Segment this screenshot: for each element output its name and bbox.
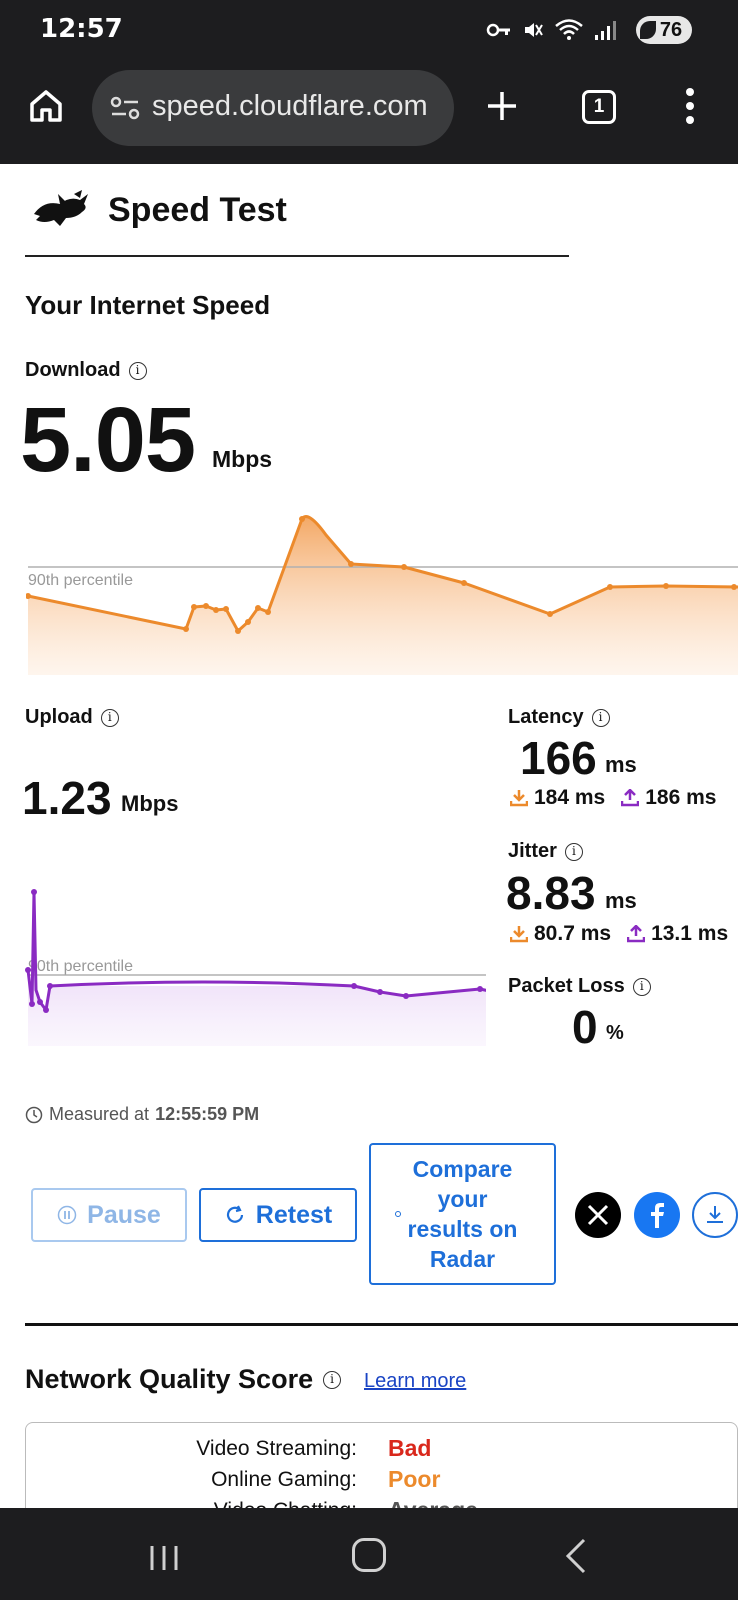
- address-bar[interactable]: speed.cloudflare.com: [92, 70, 454, 146]
- upload-chart: 90th percentile: [25, 889, 486, 1046]
- radar-label-line-4: Radar: [429, 1246, 496, 1272]
- battery-saver-icon: [640, 21, 656, 39]
- pause-button[interactable]: Pause: [31, 1188, 187, 1242]
- radar-label-line-1: Compare: [412, 1156, 513, 1182]
- facebook-logo-icon: [651, 1203, 664, 1228]
- upload-arrow-icon: [627, 925, 646, 943]
- mute-icon: [525, 23, 543, 37]
- upload-unit: Mbps: [121, 791, 179, 816]
- home-icon[interactable]: [26, 86, 66, 126]
- pause-icon: [57, 1205, 77, 1225]
- new-tab-icon[interactable]: [482, 86, 522, 126]
- tab-switcher-button[interactable]: 1: [582, 90, 616, 124]
- packet-loss-label-row: Packet Loss i: [508, 975, 651, 998]
- retest-button[interactable]: Retest: [199, 1188, 357, 1242]
- upload-arrow-icon: [621, 789, 640, 807]
- wifi-icon: [555, 19, 583, 40]
- latency-label-row: Latency i: [508, 706, 610, 729]
- home-nav-icon[interactable]: [352, 1538, 386, 1572]
- retest-label: Retest: [255, 1200, 333, 1229]
- measured-time: 12:55:59 PM: [155, 1104, 260, 1124]
- download-chart: 90th percentile: [26, 515, 738, 675]
- network-quality-title-row: Network Quality Score i: [25, 1364, 342, 1395]
- rabbit-logo-icon: [34, 190, 88, 226]
- latency-download: 184 ms: [534, 786, 606, 809]
- compare-radar-button[interactable]: Compare your results on Radar: [369, 1143, 556, 1285]
- battery-indicator: 76: [636, 16, 692, 44]
- recent-apps-icon[interactable]: [148, 1542, 180, 1574]
- download-label-row: Download i: [25, 359, 147, 382]
- packet-loss-info-icon[interactable]: i: [632, 977, 651, 996]
- refresh-icon: [226, 1205, 243, 1223]
- status-time: 12:57: [40, 14, 123, 44]
- packet-loss-label: Packet Loss: [508, 975, 625, 997]
- jitter-value: 8.83: [506, 867, 596, 919]
- jitter-breakdown: 80.7 ms 13.1 ms: [510, 922, 728, 946]
- system-navigation-bar: [0, 1508, 738, 1600]
- measured-prefix: Measured at: [49, 1104, 150, 1124]
- learn-more-link[interactable]: Learn more: [364, 1370, 466, 1393]
- score-value: Bad: [388, 1435, 432, 1461]
- share-facebook-button[interactable]: [634, 1192, 680, 1238]
- jitter-unit: ms: [605, 888, 637, 913]
- upload-label-row: Upload i: [25, 706, 119, 729]
- latency-unit: ms: [605, 752, 637, 777]
- header-divider: [25, 255, 569, 257]
- battery-level: 76: [659, 19, 683, 41]
- clock-icon: [25, 1106, 43, 1123]
- x-logo-icon: [587, 1204, 609, 1226]
- download-percentile-label: 90th percentile: [28, 572, 133, 589]
- latency-breakdown: 184 ms 186 ms: [510, 786, 716, 810]
- download-arrow-icon: [510, 790, 528, 807]
- radar-label-line-2: your: [437, 1186, 488, 1212]
- packet-loss-unit: %: [606, 1022, 624, 1044]
- more-menu-icon[interactable]: [680, 84, 700, 128]
- download-info-icon[interactable]: i: [128, 361, 147, 380]
- upload-info-icon[interactable]: i: [100, 708, 119, 727]
- score-name: Video Streaming:: [196, 1437, 357, 1460]
- latency-upload: 186 ms: [645, 786, 717, 809]
- download-arrow-icon: [510, 926, 528, 943]
- status-icons: [486, 18, 616, 42]
- radar-icon: [395, 1211, 401, 1217]
- back-icon[interactable]: [564, 1538, 590, 1574]
- network-quality-title: Network Quality Score: [25, 1364, 314, 1394]
- status-bar: 12:57 76: [0, 0, 738, 60]
- share-x-button[interactable]: [575, 1192, 621, 1238]
- latency-value: 166: [520, 732, 597, 784]
- download-chart-area: [28, 516, 738, 675]
- url-text[interactable]: speed.cloudflare.com: [152, 90, 442, 123]
- download-value: 5.05: [20, 389, 196, 491]
- jitter-label: Jitter: [508, 840, 557, 862]
- download-unit: Mbps: [212, 446, 273, 472]
- section-divider: [25, 1323, 738, 1326]
- jitter-upload: 13.1 ms: [651, 922, 729, 945]
- latency-label: Latency: [508, 706, 584, 728]
- network-quality-info-icon[interactable]: i: [323, 1370, 342, 1389]
- download-label: Download: [25, 359, 121, 381]
- page-title: Speed Test: [108, 191, 287, 229]
- jitter-info-icon[interactable]: i: [564, 842, 583, 861]
- download-results-button[interactable]: [692, 1192, 738, 1238]
- upload-label: Upload: [25, 706, 93, 728]
- upload-value: 1.23: [22, 772, 112, 824]
- download-icon: [707, 1206, 723, 1223]
- radar-label-line-3: results on: [407, 1216, 518, 1242]
- latency-info-icon[interactable]: i: [591, 708, 610, 727]
- jitter-label-row: Jitter i: [508, 840, 583, 863]
- site-settings-icon[interactable]: [110, 94, 140, 122]
- section-title: Your Internet Speed: [25, 290, 271, 320]
- browser-toolbar: speed.cloudflare.com 1: [0, 60, 738, 164]
- upload-percentile-label: 90th percentile: [28, 958, 133, 975]
- score-name: Online Gaming:: [211, 1468, 357, 1491]
- vpn-key-icon: [486, 23, 510, 37]
- pause-label: Pause: [87, 1200, 161, 1229]
- jitter-download: 80.7 ms: [534, 922, 612, 945]
- signal-icon: [595, 21, 616, 40]
- packet-loss-value: 0: [572, 1001, 598, 1053]
- measured-at: Measured at 12:55:59 PM: [25, 1104, 259, 1125]
- score-value: Poor: [388, 1466, 441, 1492]
